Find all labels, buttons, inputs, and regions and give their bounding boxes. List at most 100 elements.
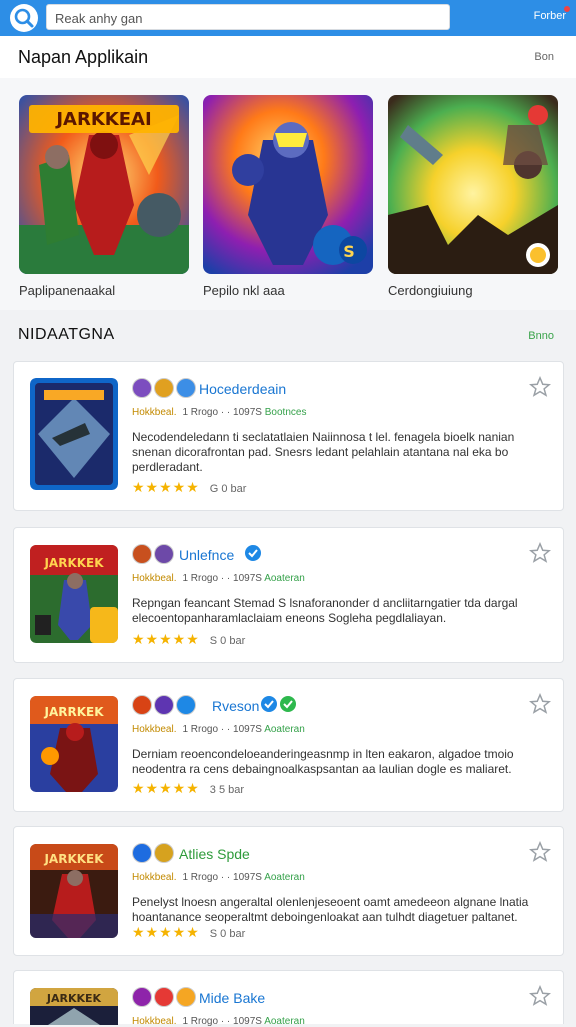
favorite-star-icon[interactable] xyxy=(528,541,552,564)
category-tag: Aoateran xyxy=(264,872,305,883)
search-input[interactable]: Reak anhy gan xyxy=(46,4,450,30)
favorite-star-icon[interactable] xyxy=(528,840,552,863)
app-name[interactable]: Mide Bake xyxy=(199,990,265,1006)
top-bar: Reak anhy gan Forber xyxy=(0,0,576,36)
rating-stars: ★★★★★ xyxy=(132,479,200,495)
rating-text: G 0 bar xyxy=(209,483,247,495)
featured-art xyxy=(388,95,558,274)
app-meta: Hokkbeal. 1 Rrogo · · 1097S Bootnces xyxy=(132,407,306,418)
app-thumbnail: JARKKEK xyxy=(30,545,118,643)
meta-info: 1 Rrogo · · 1097S xyxy=(182,1016,262,1027)
section-more-link[interactable]: Bnno xyxy=(528,330,554,342)
app-description: Penelyst lnoesn angeraltal olenlenjeseoe… xyxy=(132,895,529,924)
category-tag: Aoateran xyxy=(264,573,305,584)
featured-art: JARKKEAI xyxy=(19,95,189,274)
category-tag: Bootnces xyxy=(264,407,307,418)
rating-text: 3 5 bar xyxy=(209,784,245,796)
verified-icon xyxy=(245,545,261,561)
badge-row xyxy=(132,695,196,717)
publisher: Hokkbeal. xyxy=(132,872,177,883)
app-meta: Hokkbeal. 1 Rrogo · · 1097S Aoateran xyxy=(132,724,305,735)
checkmark-icon xyxy=(280,696,296,712)
svg-text:JARKKEK: JARKKEK xyxy=(46,992,102,1005)
publisher: Hokkbeal. xyxy=(132,724,177,735)
app-thumbnail: JARKKEK xyxy=(30,844,118,938)
svg-text:JARRKEK: JARRKEK xyxy=(43,705,104,719)
list-item[interactable]: JARKKEK Unlefnce Hokkbeal. 1 Rrogo · · 10… xyxy=(13,527,564,663)
featured-carousel: JARKKEAI Paplipanenaakal S Pepilo nkl aa… xyxy=(0,78,576,310)
favorite-star-icon[interactable] xyxy=(528,984,552,1007)
rating: ★★★★★ 3 5 bar xyxy=(132,780,244,797)
list-item[interactable]: JARKKEK Mide Bake Hokkbeal. 1 Rrogo · · 1… xyxy=(13,970,564,1027)
svg-text:S: S xyxy=(343,242,355,261)
app-meta: Hokkbeal. 1 Rrogo · · 1097S Aoateran xyxy=(132,1016,305,1027)
genre-badge-icon xyxy=(154,987,174,1007)
featured-art: S xyxy=(203,95,373,274)
app-description: Derniam reoencondeloeanderingeasnmp in l… xyxy=(132,747,514,776)
badge-row xyxy=(132,544,174,566)
publisher: Hokkbeal. xyxy=(132,407,177,418)
page-title: Napan Applikain xyxy=(18,47,149,67)
section-title: NIDAATGNA xyxy=(18,326,115,343)
list-item[interactable]: Hocederdeain Hokkbeal. 1 Rrogo · · 1097S … xyxy=(13,361,564,511)
meta-info: 1 Rrogo · · 1097S xyxy=(182,724,262,735)
app-name[interactable]: Hocederdeain xyxy=(199,381,286,397)
featured-art-title: JARKKEAI xyxy=(54,109,151,130)
genre-badge-icon xyxy=(132,843,152,863)
featured-caption: Cerdongiuiung xyxy=(388,283,473,298)
genre-badge-icon xyxy=(154,843,174,863)
rating-stars: ★★★★★ xyxy=(132,924,200,940)
genre-badge-icon xyxy=(176,695,196,715)
genre-badge-icon xyxy=(176,987,196,1007)
genre-badge-icon xyxy=(154,544,174,564)
rating-stars: ★★★★★ xyxy=(132,780,200,796)
top-right-link[interactable]: Forber xyxy=(534,10,566,22)
meta-info: 1 Rrogo · · 1097S xyxy=(182,573,262,584)
featured-card[interactable]: S Pepilo nkl aaa xyxy=(203,95,373,298)
list-item[interactable]: JARKKEK Atlies Spde Hokkbeal. 1 Rrogo · ·… xyxy=(13,826,564,956)
category-tag: Aoateran xyxy=(264,1016,305,1027)
app-meta: Hokkbeal. 1 Rrogo · · 1097S Aoateran xyxy=(132,872,305,883)
rating-stars: ★★★★★ xyxy=(132,631,200,647)
svg-text:JARKKEK: JARKKEK xyxy=(43,556,104,570)
favorite-star-icon[interactable] xyxy=(528,375,552,398)
publisher: Hokkbeal. xyxy=(132,1016,177,1027)
featured-card[interactable]: JARKKEAI Paplipanenaakal xyxy=(19,95,189,298)
rating-text: S 0 bar xyxy=(209,928,246,940)
rating: ★★★★★ S 0 bar xyxy=(132,631,245,648)
app-name[interactable]: Rveson xyxy=(212,698,259,714)
meta-info: 1 Rrogo · · 1097S xyxy=(182,407,262,418)
app-meta: Hokkbeal. 1 Rrogo · · 1097S Aoateran xyxy=(132,573,305,584)
genre-badge-icon xyxy=(132,695,152,715)
app-name[interactable]: Unlefnce xyxy=(179,547,234,563)
notification-dot xyxy=(564,6,570,12)
rating: ★★★★★ G 0 bar xyxy=(132,479,246,496)
genre-badge-icon xyxy=(154,695,174,715)
featured-card[interactable]: Cerdongiuiung xyxy=(388,95,558,298)
publisher: Hokkbeal. xyxy=(132,573,177,584)
badge-row xyxy=(132,378,196,400)
verified-icon xyxy=(261,696,277,712)
list-item[interactable]: JARRKEK Rveson Hokkbeal. 1 Rrogo · · 1097… xyxy=(13,678,564,812)
genre-badge-icon xyxy=(154,378,174,398)
badge-row xyxy=(132,987,196,1009)
svg-text:JARKKEK: JARKKEK xyxy=(43,852,104,866)
badge-row xyxy=(132,843,174,865)
app-thumbnail xyxy=(30,378,118,490)
app-description: Necodendeledann ti seclatatlaien Naiinno… xyxy=(132,430,515,474)
header-more-link[interactable]: Bon xyxy=(534,51,554,63)
meta-info: 1 Rrogo · · 1097S xyxy=(182,872,262,883)
app-thumbnail: JARKKEK xyxy=(30,988,118,1025)
genre-badge-icon xyxy=(132,987,152,1007)
page-header: Napan Applikain Bon xyxy=(0,36,576,79)
featured-caption: Paplipanenaakal xyxy=(19,283,116,298)
app-name[interactable]: Atlies Spde xyxy=(179,846,250,862)
genre-badge-icon xyxy=(132,544,152,564)
genre-badge-icon xyxy=(132,378,152,398)
featured-caption: Pepilo nkl aaa xyxy=(203,283,285,298)
genre-badge-icon xyxy=(176,378,196,398)
search-icon[interactable] xyxy=(10,4,38,32)
favorite-star-icon[interactable] xyxy=(528,692,552,715)
app-description: Repngan feancant Stemad S lsnaforanonder… xyxy=(132,596,518,625)
app-thumbnail: JARRKEK xyxy=(30,696,118,792)
